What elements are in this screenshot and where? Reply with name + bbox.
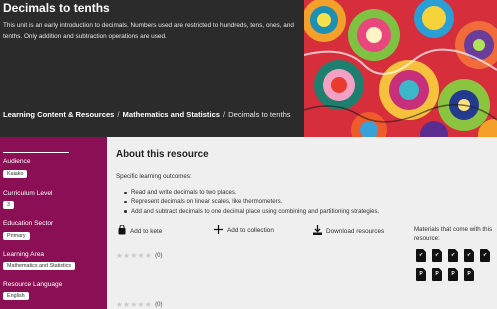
curriculum-level-tag[interactable]: 3 bbox=[3, 201, 14, 209]
list-item: Add and subtract decimals to one decimal… bbox=[123, 207, 379, 216]
download-resources-label: Download resources bbox=[326, 227, 385, 235]
hero-text-panel: Decimals to tenths This unit is an early… bbox=[0, 0, 304, 137]
add-to-collection-button[interactable]: Add to collection bbox=[214, 225, 274, 236]
add-to-kete-label: Add to kete bbox=[130, 227, 163, 235]
resource-description: This unit is an early introduction to de… bbox=[3, 22, 294, 40]
pdf-icon[interactable]: ⭩ bbox=[480, 249, 490, 262]
star-rating-icon[interactable]: ★★★★★ bbox=[116, 251, 152, 260]
pdf-icon[interactable]: ⭩ bbox=[416, 249, 426, 262]
learning-area-label: Learning Area bbox=[3, 251, 45, 258]
learning-area-tag[interactable]: Mathematics and Statistics bbox=[3, 262, 76, 270]
audience-tag[interactable]: Kaiako bbox=[3, 170, 28, 178]
breadcrumb-learning-content[interactable]: Learning Content & Resources bbox=[3, 110, 114, 119]
outcomes-intro: Specific learning outcomes: bbox=[116, 173, 192, 180]
main-content: About this resource Specific learning ou… bbox=[107, 137, 497, 309]
add-to-kete-button[interactable]: Add to kete bbox=[118, 224, 163, 237]
pdf-icon[interactable]: ⭩ bbox=[448, 249, 458, 262]
pdf-icon[interactable]: ⭩ bbox=[464, 249, 474, 262]
breadcrumb-separator: / bbox=[117, 110, 120, 119]
breadcrumb-current: Decimals to tenths bbox=[228, 110, 291, 119]
rating-count: (0) bbox=[155, 252, 163, 259]
star-rating-icon[interactable]: ★★★★★ bbox=[116, 300, 152, 309]
resource-details-sidebar: Audience Kaiako Curriculum Level 3 Educa… bbox=[0, 137, 107, 309]
resource-language-tag[interactable]: English bbox=[3, 292, 29, 300]
list-item: Represent decimals on linear scales, lik… bbox=[123, 197, 379, 206]
breadcrumb-mathematics[interactable]: Mathematics and Statistics bbox=[123, 110, 220, 119]
rating[interactable]: ★★★★★ (0) bbox=[116, 251, 162, 260]
powerpoint-icon[interactable]: P bbox=[416, 268, 426, 281]
materials-label: Materials that come with this resource: bbox=[414, 226, 493, 242]
sidebar-divider bbox=[3, 152, 69, 153]
breadcrumb: Learning Content & Resources / Mathematics… bbox=[3, 110, 291, 119]
education-sector-label: Education Sector bbox=[3, 220, 54, 227]
curriculum-level-label: Curriculum Level bbox=[3, 190, 53, 197]
audience-label: Audience bbox=[3, 158, 31, 165]
powerpoint-icon[interactable]: P bbox=[448, 268, 458, 281]
pdf-icon[interactable]: ⭩ bbox=[432, 249, 442, 262]
rating-count: (0) bbox=[155, 301, 163, 308]
plus-icon bbox=[214, 225, 223, 236]
education-sector-tag[interactable]: Primary bbox=[3, 232, 30, 240]
page-title: Decimals to tenths bbox=[3, 1, 110, 15]
download-icon bbox=[313, 225, 322, 237]
hero-banner: Decimals to tenths This unit is an early… bbox=[0, 0, 497, 137]
download-resources-button[interactable]: Download resources bbox=[313, 225, 384, 237]
rating[interactable]: ★★★★★ (0) bbox=[116, 300, 162, 309]
breadcrumb-separator: / bbox=[223, 110, 226, 119]
decorative-pattern bbox=[304, 0, 497, 137]
powerpoint-icon[interactable]: P bbox=[464, 268, 474, 281]
resource-language-label: Resource Language bbox=[3, 281, 63, 288]
powerpoint-icon[interactable]: P bbox=[432, 268, 442, 281]
list-item: Read and write decimals to two places. bbox=[123, 188, 379, 197]
bag-icon bbox=[118, 224, 126, 237]
add-to-collection-label: Add to collection bbox=[227, 227, 274, 234]
hero-pattern-image bbox=[304, 0, 497, 137]
section-title: About this resource bbox=[116, 149, 209, 160]
learning-outcomes-list: Read and write decimals to two places. R… bbox=[123, 188, 379, 216]
